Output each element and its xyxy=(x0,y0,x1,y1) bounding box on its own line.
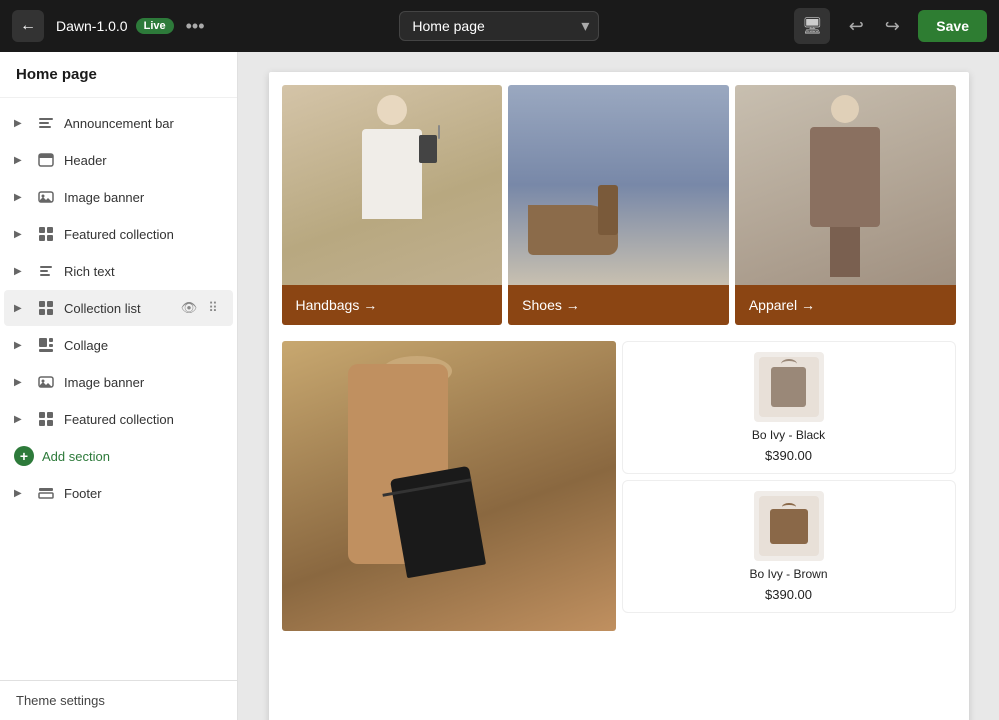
sidebar-item-rich-text[interactable]: ▶ Rich text xyxy=(4,253,233,289)
add-section-label: Add section xyxy=(42,449,110,464)
topbar-right: 🖥 ↩ ↪ Save xyxy=(794,8,987,44)
featured-collection-icon xyxy=(36,224,56,244)
collection-list-icon xyxy=(36,298,56,318)
chevron-icon: ▶ xyxy=(14,155,28,166)
sidebar-item-collection-list[interactable]: ▶ Collection list 👁 ⠿ xyxy=(4,290,233,326)
visibility-icon[interactable]: 👁 xyxy=(179,298,199,318)
page-select[interactable]: Home page About Contact Products xyxy=(399,11,599,41)
sidebar-item-label: Featured collection xyxy=(64,227,223,242)
site-info: Dawn-1.0.0 Live xyxy=(56,18,174,34)
chevron-icon: ▶ xyxy=(14,118,28,129)
featured-products: Bo Ivy - Black $390.00 Bo Ivy - Brown xyxy=(619,338,959,634)
sidebar-item-label: Featured collection xyxy=(64,412,223,427)
sidebar-item-label: Announcement bar xyxy=(64,116,223,131)
image-banner-icon xyxy=(36,187,56,207)
chevron-icon: ▶ xyxy=(14,340,28,351)
collection-grid: Handbags → Shoes → xyxy=(269,72,969,328)
live-badge: Live xyxy=(136,18,174,34)
add-section-button[interactable]: + Add section xyxy=(4,438,233,474)
topbar-center: Home page About Contact Products xyxy=(217,11,783,41)
featured-collection-icon xyxy=(36,409,56,429)
header-icon xyxy=(36,150,56,170)
sidebar-items: ▶ Announcement bar ▶ Header ▶ xyxy=(0,98,237,680)
product-name-1: Bo Ivy - Black xyxy=(633,428,945,442)
image-banner-icon xyxy=(36,372,56,392)
back-button[interactable]: ← xyxy=(12,10,44,42)
sidebar-item-label: Rich text xyxy=(64,264,223,279)
sidebar: Home page ▶ Announcement bar ▶ Header xyxy=(0,52,238,720)
page-select-wrap: Home page About Contact Products xyxy=(399,11,599,41)
product-name-2: Bo Ivy - Brown xyxy=(633,567,945,581)
sidebar-item-featured-collection-1[interactable]: ▶ Featured collection xyxy=(4,216,233,252)
save-button[interactable]: Save xyxy=(918,10,987,42)
rich-text-icon xyxy=(36,261,56,281)
monitor-icon: 🖥 xyxy=(802,16,822,36)
more-options-button[interactable]: ••• xyxy=(186,16,205,37)
site-name: Dawn-1.0.0 xyxy=(56,18,128,34)
add-plus-icon: + xyxy=(14,446,34,466)
collage-icon xyxy=(36,335,56,355)
topbar: ← Dawn-1.0.0 Live ••• Home page About Co… xyxy=(0,0,999,52)
item-actions: 👁 ⠿ xyxy=(179,298,223,318)
theme-settings-button[interactable]: Theme settings xyxy=(0,680,237,720)
chevron-icon: ▶ xyxy=(14,377,28,388)
announcement-bar-icon xyxy=(36,113,56,133)
featured-section: Bo Ivy - Black $390.00 Bo Ivy - Brown xyxy=(269,328,969,644)
main-layout: Home page ▶ Announcement bar ▶ Header xyxy=(0,52,999,720)
apparel-label: Apparel → xyxy=(735,285,956,325)
sidebar-item-collage[interactable]: ▶ Collage xyxy=(4,327,233,363)
sidebar-item-label: Footer xyxy=(64,486,223,501)
collection-card-apparel[interactable]: Apparel → xyxy=(735,85,956,325)
redo-button[interactable]: ↪ xyxy=(876,10,908,42)
collection-card-handbags[interactable]: Handbags → xyxy=(282,85,503,325)
drag-handle-icon[interactable]: ⠿ xyxy=(203,298,223,318)
handbags-label: Handbags → xyxy=(282,285,503,325)
sidebar-title: Home page xyxy=(0,52,237,98)
undo-button[interactable]: ↩ xyxy=(840,10,872,42)
undo-redo-group: ↩ ↪ xyxy=(840,10,908,42)
chevron-icon: ▶ xyxy=(14,488,28,499)
featured-main-image xyxy=(282,341,616,631)
sidebar-item-image-banner-2[interactable]: ▶ Image banner xyxy=(4,364,233,400)
sidebar-item-header[interactable]: ▶ Header xyxy=(4,142,233,178)
sidebar-item-label: Image banner xyxy=(64,375,223,390)
preview-button[interactable]: 🖥 xyxy=(794,8,830,44)
sidebar-item-label: Collage xyxy=(64,338,223,353)
chevron-icon: ▶ xyxy=(14,192,28,203)
sidebar-item-image-banner-1[interactable]: ▶ Image banner xyxy=(4,179,233,215)
sidebar-item-announcement-bar[interactable]: ▶ Announcement bar xyxy=(4,105,233,141)
sidebar-item-label: Image banner xyxy=(64,190,223,205)
canvas-inner: Handbags → Shoes → xyxy=(269,72,969,720)
product-price-1: $390.00 xyxy=(633,448,945,463)
canvas: Handbags → Shoes → xyxy=(238,52,999,720)
sidebar-item-footer[interactable]: ▶ Footer xyxy=(4,475,233,511)
product-price-2: $390.00 xyxy=(633,587,945,602)
back-icon: ← xyxy=(20,17,36,35)
product-thumbnail-1 xyxy=(754,352,824,422)
chevron-icon: ▶ xyxy=(14,303,28,314)
sidebar-item-featured-collection-2[interactable]: ▶ Featured collection xyxy=(4,401,233,437)
footer-icon xyxy=(36,483,56,503)
collection-card-shoes[interactable]: Shoes → xyxy=(508,85,729,325)
product-card-1[interactable]: Bo Ivy - Black $390.00 xyxy=(622,341,956,474)
product-card-2[interactable]: Bo Ivy - Brown $390.00 xyxy=(622,480,956,613)
chevron-icon: ▶ xyxy=(14,266,28,277)
product-thumbnail-2 xyxy=(754,491,824,561)
shoes-label: Shoes → xyxy=(508,285,729,325)
sidebar-item-label: Collection list xyxy=(64,301,171,316)
sidebar-item-label: Header xyxy=(64,153,223,168)
chevron-icon: ▶ xyxy=(14,414,28,425)
chevron-icon: ▶ xyxy=(14,229,28,240)
